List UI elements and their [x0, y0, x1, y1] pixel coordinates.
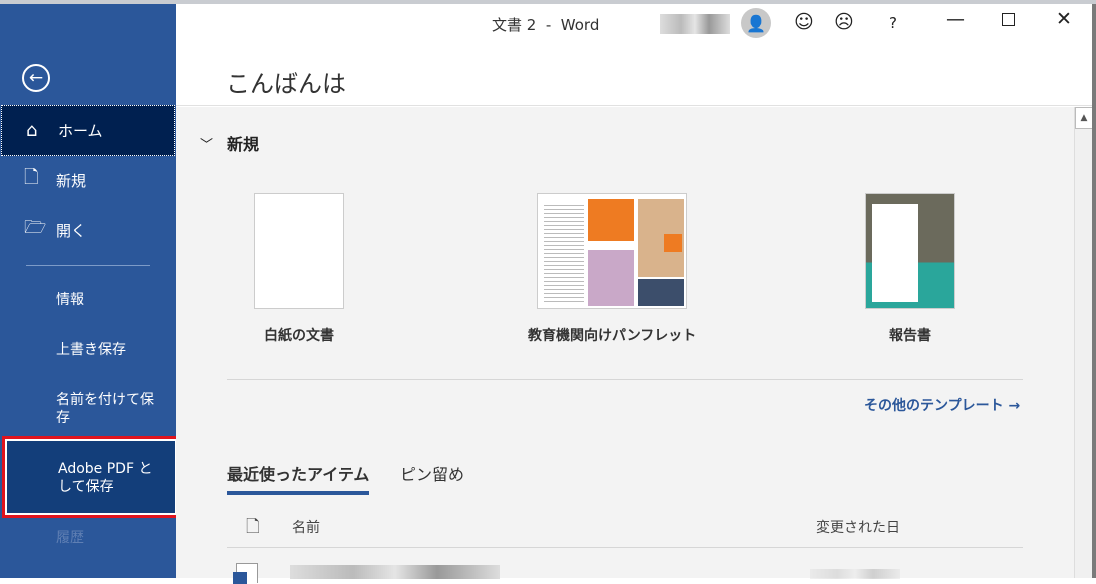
- template-label: 教育機関向けパンフレット: [528, 328, 697, 344]
- brochure-thumbnail: [537, 193, 688, 309]
- recent-file-name-redacted[interactable]: [290, 565, 500, 579]
- divider: [227, 547, 1023, 548]
- maximize-button[interactable]: [1002, 13, 1015, 26]
- sidebar-item-label: 開く: [56, 221, 87, 240]
- template-label: 白紙の文書: [264, 328, 334, 344]
- sidebar-divider: [26, 265, 150, 266]
- backstage-sidebar: ← ⌂ ホーム 🗋 新規 🗁 開く 情報 上書き保存 名前を付けて保存 Adobe P…: [0, 4, 180, 578]
- word-file-icon: [233, 563, 258, 584]
- more-templates-link[interactable]: その他のテンプレート →: [864, 395, 1020, 415]
- sidebar-item-save-as[interactable]: 名前を付けて保存: [56, 391, 156, 427]
- scroll-up-arrow-icon[interactable]: ▲: [1075, 107, 1093, 129]
- sidebar-item-info[interactable]: 情報: [56, 291, 166, 309]
- account-avatar-icon[interactable]: 👤: [741, 8, 771, 38]
- file-type-icon: 🗋: [246, 517, 260, 537]
- section-title: 新規: [227, 135, 260, 154]
- window-title: 文書 2 - Word: [492, 16, 600, 34]
- template-report[interactable]: 報告書: [865, 193, 955, 345]
- sidebar-item-home[interactable]: ⌂ ホーム: [1, 105, 175, 156]
- sidebar-item-label: 新規: [56, 171, 87, 190]
- arrow-left-icon: ←: [28, 67, 44, 88]
- greeting: こんばんは: [226, 70, 346, 98]
- document-icon: 🗋: [24, 167, 39, 188]
- frown-icon[interactable]: ☹: [834, 11, 854, 33]
- sidebar-item-label: ホーム: [58, 122, 103, 140]
- template-blank[interactable]: 白紙の文書: [254, 193, 344, 345]
- sidebar-item-save-as-adobe-pdf[interactable]: Adobe PDF として保存: [2, 436, 180, 518]
- header: 文書 2 - Word 👤 ☺ ☹ ? — ✕ こんばんは: [176, 4, 1092, 106]
- template-education-brochure[interactable]: 教育機関向けパンフレット: [528, 193, 696, 345]
- minimize-button[interactable]: —: [946, 8, 965, 30]
- blank-thumbnail: [254, 193, 344, 309]
- back-button[interactable]: ←: [22, 64, 50, 92]
- account-name-redacted: [660, 14, 730, 34]
- home-icon: ⌂: [26, 120, 38, 141]
- new-section-header[interactable]: ﹀ 新規: [200, 131, 259, 155]
- help-button[interactable]: ?: [889, 14, 897, 32]
- template-label: 報告書: [889, 328, 931, 344]
- sidebar-item-history: 履歴: [56, 530, 84, 546]
- main-content: ﹀ 新規 白紙の文書 教育機関向けパンフレット 報告書 その他のテンプレート → …: [176, 107, 1074, 584]
- sidebar-item-label: Adobe PDF として保存: [7, 441, 175, 513]
- divider: [227, 379, 1023, 380]
- chevron-down-icon: ﹀: [200, 137, 214, 153]
- column-modified[interactable]: 変更された日: [816, 517, 900, 537]
- sidebar-item-new[interactable]: 🗋 新規: [0, 155, 176, 205]
- sidebar-item-save[interactable]: 上書き保存: [56, 341, 166, 359]
- window-edge: [1092, 4, 1096, 578]
- close-button[interactable]: ✕: [1056, 8, 1072, 30]
- sidebar-item-open[interactable]: 🗁 開く: [0, 205, 176, 255]
- report-thumbnail: [865, 193, 955, 309]
- column-name[interactable]: 名前: [292, 517, 320, 537]
- tab-pinned[interactable]: ピン留め: [400, 461, 464, 485]
- tab-recent[interactable]: 最近使ったアイテム: [227, 461, 370, 495]
- folder-open-icon: 🗁: [24, 217, 47, 238]
- smile-icon[interactable]: ☺: [794, 11, 814, 33]
- vertical-scrollbar[interactable]: ▲: [1074, 107, 1093, 578]
